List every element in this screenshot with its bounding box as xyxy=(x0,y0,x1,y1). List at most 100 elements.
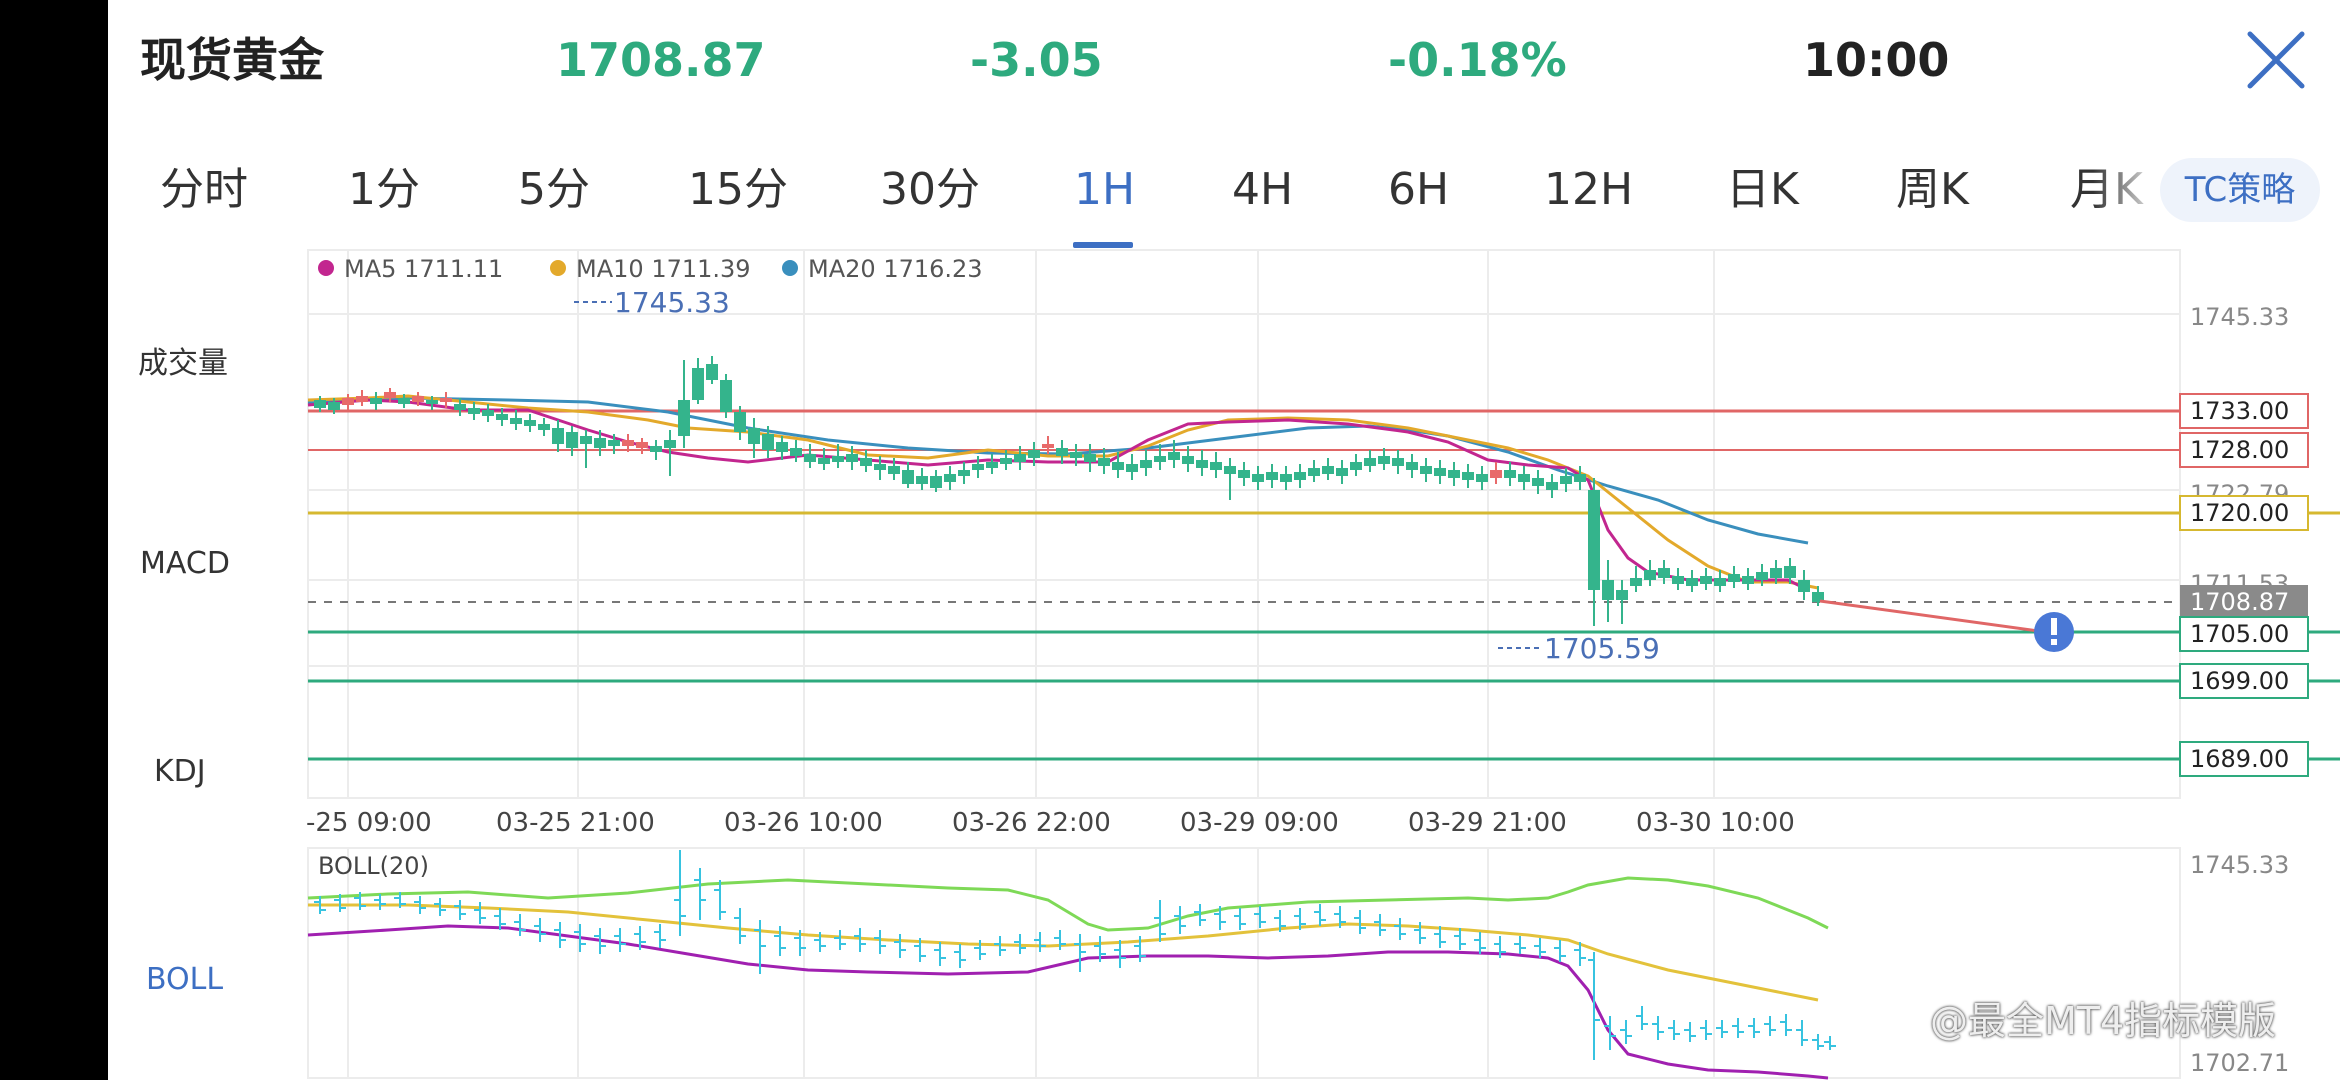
level-label-1699: 1699.00 xyxy=(2190,667,2289,695)
candle-body xyxy=(1154,456,1166,462)
max-price-marker: 1745.33 xyxy=(614,286,730,319)
candle-body xyxy=(1420,466,1432,474)
ma5-line xyxy=(307,398,1809,592)
candle-body xyxy=(1308,468,1320,476)
time-axis-label: 03-30 10:00 xyxy=(1636,808,1795,838)
candle-body xyxy=(412,396,424,402)
candle-body xyxy=(1168,452,1180,460)
candle-body xyxy=(622,440,634,446)
boll-lower-band xyxy=(307,924,1829,1080)
candle-body xyxy=(650,446,662,452)
candle-body xyxy=(902,470,914,484)
candle-body xyxy=(1798,580,1810,592)
projection-line xyxy=(1819,599,2047,634)
exclamation-icon[interactable] xyxy=(2034,612,2074,652)
candle-body xyxy=(860,458,872,466)
boll-chart-grid xyxy=(307,847,2181,1079)
candle-body xyxy=(328,402,340,410)
candle-body xyxy=(846,454,858,462)
candle-body xyxy=(510,418,522,424)
candle-body xyxy=(1784,566,1796,578)
candle-body xyxy=(636,442,648,448)
candle-body xyxy=(1070,452,1082,458)
ma10-legend: MA10 1711.39 xyxy=(576,255,751,283)
candle-body xyxy=(1644,570,1656,580)
candle-body xyxy=(496,414,508,420)
candle-body xyxy=(1700,576,1712,584)
candle-body xyxy=(482,410,494,416)
candle-body xyxy=(440,398,452,402)
candle-body xyxy=(1756,572,1768,580)
boll-axis-bottom: 1702.71 xyxy=(2190,1049,2289,1077)
current-price-label: 1708.87 xyxy=(2190,588,2289,616)
candle-body xyxy=(692,368,704,400)
candle-body xyxy=(1000,458,1012,464)
candle-body xyxy=(720,380,732,412)
candle-body xyxy=(1490,470,1502,478)
time-axis-label: -25 09:00 xyxy=(306,808,432,838)
candle-body xyxy=(1518,474,1530,482)
ma-legend: MA5 1711.11 MA10 1711.39 MA20 1716.23 xyxy=(318,255,983,283)
candle-body xyxy=(1056,448,1068,456)
candle-body xyxy=(1714,578,1726,586)
level-lines xyxy=(308,409,2340,761)
candle-body xyxy=(1294,472,1306,480)
level-label-1705: 1705.00 xyxy=(2190,620,2289,648)
main-chart-grid xyxy=(307,249,2181,799)
level-label-1728: 1728.00 xyxy=(2190,436,2289,464)
candle-body xyxy=(1210,462,1222,470)
candle-body xyxy=(398,398,410,404)
candle-body xyxy=(384,392,396,398)
candle-body xyxy=(916,476,928,484)
candle-body xyxy=(1238,470,1250,478)
candle-body xyxy=(818,458,830,464)
watermark: @最全MT4指标模版 xyxy=(1930,999,2277,1043)
candle-body xyxy=(734,412,746,432)
candle-body xyxy=(538,424,550,430)
candle-body xyxy=(1224,466,1236,474)
candle-body xyxy=(1028,450,1040,458)
candle-body xyxy=(1350,462,1362,470)
candle-body xyxy=(552,428,564,444)
candle-body xyxy=(1378,456,1390,464)
price-axis-label: 1745.33 xyxy=(2190,303,2289,331)
candle-body xyxy=(1728,574,1740,582)
candle-body xyxy=(1770,568,1782,578)
candle-body xyxy=(1084,454,1096,462)
candle-body xyxy=(1476,474,1488,482)
candle-body xyxy=(790,448,802,456)
candle-body xyxy=(1322,466,1334,474)
candle-body xyxy=(356,396,368,402)
candle-body xyxy=(1196,460,1208,468)
candle-body xyxy=(944,474,956,482)
candle-body xyxy=(524,420,536,426)
candle-body xyxy=(1686,578,1698,586)
candle-body xyxy=(1336,468,1348,476)
candle-body xyxy=(762,434,774,450)
min-price-marker: 1705.59 xyxy=(1544,632,1660,665)
candle-body xyxy=(468,408,480,414)
candle-body xyxy=(972,464,984,470)
candle-body xyxy=(594,438,606,448)
candle-body xyxy=(566,432,578,448)
candle-body xyxy=(1042,444,1054,448)
time-axis-label: 03-26 22:00 xyxy=(952,808,1111,838)
candle-body xyxy=(314,400,326,408)
candle-body xyxy=(1672,576,1684,584)
candle-body xyxy=(664,440,676,448)
candle-body xyxy=(1588,490,1600,590)
candle-body xyxy=(1364,458,1376,466)
candle-body xyxy=(678,400,690,436)
time-axis-label: 03-29 09:00 xyxy=(1180,808,1339,838)
chart-area[interactable]: MA5 1711.11 MA10 1711.39 MA20 1716.23 17… xyxy=(108,0,2340,1080)
candle-body xyxy=(342,398,354,405)
boll-title: BOLL(20) xyxy=(318,852,429,880)
candle-body xyxy=(986,462,998,468)
level-label-1720: 1720.00 xyxy=(2190,499,2289,527)
candle-body xyxy=(706,364,718,380)
ma20-legend: MA20 1716.23 xyxy=(808,255,983,283)
candle-body xyxy=(832,456,844,462)
candle-body xyxy=(1014,454,1026,462)
ma10-legend-dot xyxy=(550,260,566,276)
candle-body xyxy=(1658,568,1670,578)
